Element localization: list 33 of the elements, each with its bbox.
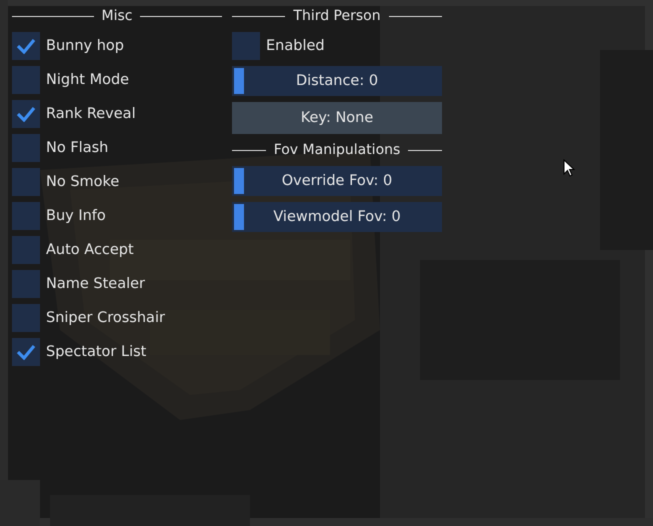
- checkbox[interactable]: [12, 32, 40, 60]
- checkbox[interactable]: [12, 66, 40, 94]
- key-button[interactable]: Key: None: [232, 102, 442, 134]
- checkbox-label: Spectator List: [46, 344, 146, 360]
- check-icon: [16, 106, 36, 122]
- checkbox[interactable]: [12, 202, 40, 230]
- checkbox-label: Buy Info: [46, 208, 106, 224]
- checkbox-label: Enabled: [266, 38, 325, 54]
- checkbox[interactable]: [12, 134, 40, 162]
- section-title: Misc: [102, 8, 132, 24]
- checkbox[interactable]: [12, 168, 40, 196]
- checkbox[interactable]: [12, 236, 40, 264]
- checkbox-label: Rank Reveal: [46, 106, 136, 122]
- checkbox-label: Name Stealer: [46, 276, 145, 292]
- checkbox[interactable]: [232, 32, 260, 60]
- fov-slider[interactable]: Override Fov: 0: [232, 166, 442, 196]
- cursor-icon: [563, 159, 575, 177]
- section-title: Third Person: [293, 8, 381, 24]
- checkbox[interactable]: [12, 304, 40, 332]
- checkbox-label: Bunny hop: [46, 38, 124, 54]
- section-title: Fov Manipulations: [274, 142, 400, 158]
- checkbox-label: Auto Accept: [46, 242, 134, 258]
- checkbox-label: Night Mode: [46, 72, 130, 88]
- fov-slider[interactable]: Viewmodel Fov: 0: [232, 202, 442, 232]
- checkbox-label: No Smoke: [46, 174, 120, 190]
- distance-slider[interactable]: Distance: 0: [232, 66, 442, 96]
- checkbox[interactable]: [12, 270, 40, 298]
- checkbox-label: Sniper Crosshair: [46, 310, 165, 326]
- checkbox-label: No Flash: [46, 140, 108, 156]
- checkbox[interactable]: [12, 338, 40, 366]
- checkbox[interactable]: [12, 100, 40, 128]
- check-icon: [16, 344, 36, 360]
- check-icon: [16, 38, 36, 54]
